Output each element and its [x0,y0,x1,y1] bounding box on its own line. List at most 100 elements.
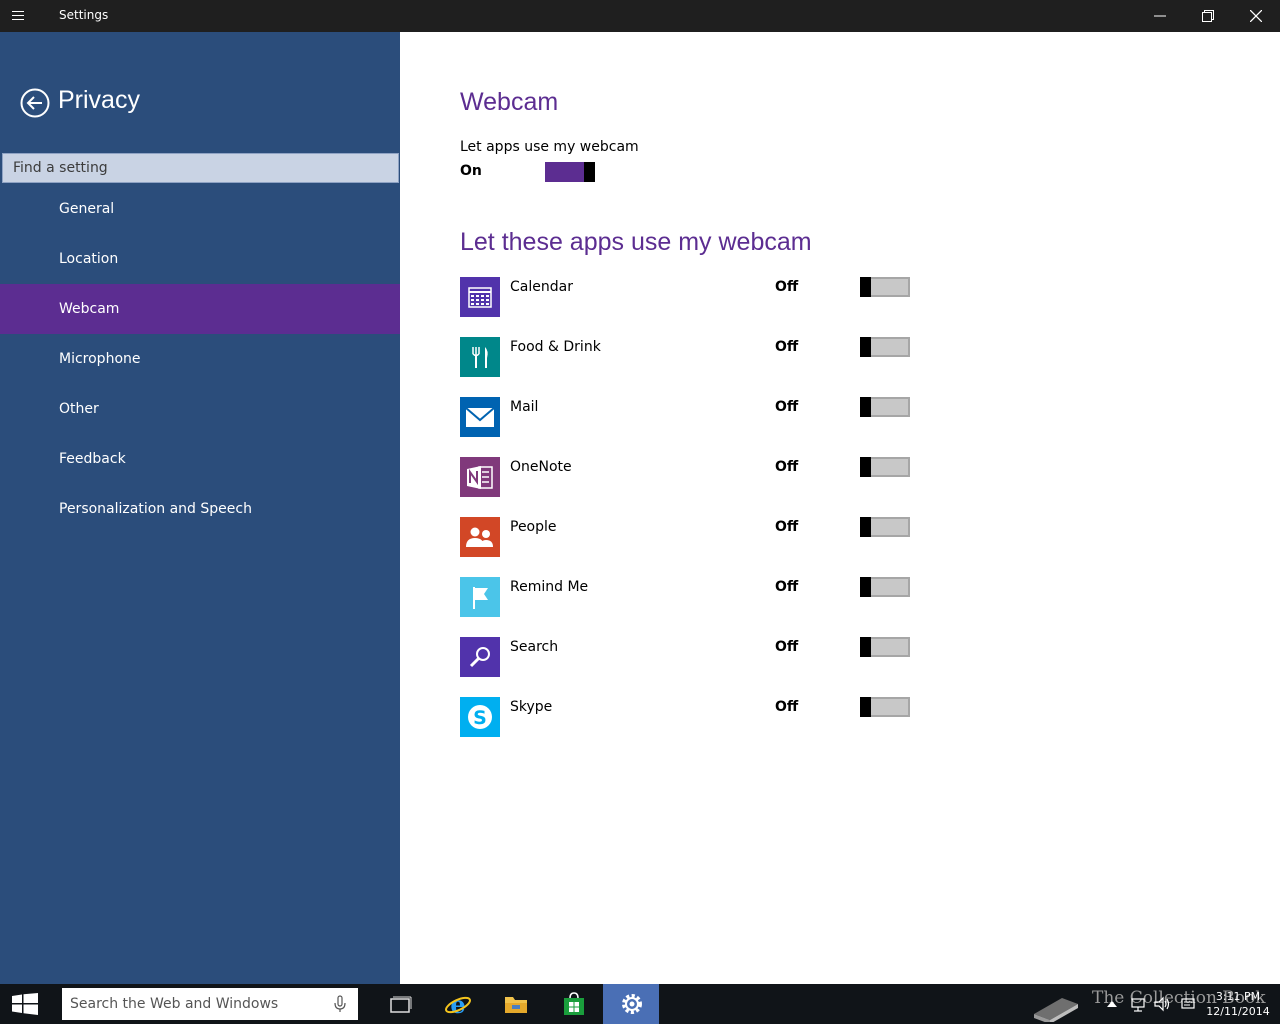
close-button[interactable] [1232,0,1280,32]
app-toggle-state: Off [775,699,799,715]
task-view-button[interactable] [371,984,427,1024]
app-toggle-state: Off [775,519,799,535]
svg-text:S: S [473,707,487,729]
sidebar-item-feedback[interactable]: Feedback [0,434,400,484]
windows-logo-icon [12,993,38,1015]
toggle-thumb [860,457,871,477]
toggle-thumb [860,697,871,717]
sidebar-item-general[interactable]: General [0,184,400,234]
people-webcam-toggle[interactable] [860,517,910,537]
minimize-icon [1154,15,1166,17]
hamburger-menu-icon[interactable] [12,8,36,24]
sidebar-item-webcam[interactable]: Webcam [0,284,400,334]
content-pane: Webcam Let apps use my webcam On Let the… [400,32,1280,984]
title-bar: Settings [0,0,1280,32]
sidebar: Privacy General Location Webcam Micropho… [0,32,400,984]
settings-taskbar-button[interactable] [603,984,659,1024]
app-name: OneNote [510,459,572,475]
toggle-thumb [860,517,871,537]
people-icon [460,517,500,557]
toggle-thumb [584,162,595,182]
sidebar-item-personalization-speech[interactable]: Personalization and Speech [0,484,400,534]
internet-explorer-icon: e [445,992,471,1016]
minimize-button[interactable] [1136,0,1184,32]
food-drink-webcam-toggle[interactable] [860,337,910,357]
network-icon[interactable] [1130,996,1146,1012]
internet-explorer-button[interactable]: e [429,984,485,1024]
sidebar-item-other[interactable]: Other [0,384,400,434]
taskbar: e The Collection Book [0,984,1280,1024]
sidebar-item-location[interactable]: Location [0,234,400,284]
fork-knife-icon [460,337,500,377]
store-bag-icon [564,992,584,1015]
back-arrow-icon [20,88,50,118]
app-row-mail: Mail Off [460,397,920,457]
taskbar-clock[interactable]: 3:11 PM 12/11/2014 [1206,989,1270,1019]
flag-icon [460,577,500,617]
app-toggle-state: Off [775,339,799,355]
app-toggle-state: Off [775,399,799,415]
restore-icon [1202,10,1214,22]
search-icon [460,637,500,677]
remind-me-webcam-toggle[interactable] [860,577,910,597]
speaker-icon[interactable] [1154,996,1170,1012]
calendar-icon [460,277,500,317]
microphone-icon[interactable] [333,995,347,1013]
task-view-icon [390,996,412,1013]
skype-icon: S [460,697,500,737]
section-title: Webcam [460,88,559,116]
chevron-up-icon[interactable] [1104,996,1120,1012]
taskbar-search-input[interactable] [62,988,358,1020]
sidebar-nav: General Location Webcam Microphone Other… [0,184,400,534]
gear-icon [622,994,642,1014]
master-toggle-label: Let apps use my webcam [460,139,639,155]
start-button[interactable] [0,984,48,1024]
skype-webcam-toggle[interactable] [860,697,910,717]
app-toggle-state: Off [775,279,799,295]
toggle-thumb [860,637,871,657]
app-row-calendar: Calendar Off [460,277,920,337]
toggle-thumb [860,577,871,597]
sidebar-item-microphone[interactable]: Microphone [0,334,400,384]
search-webcam-toggle[interactable] [860,637,910,657]
page-heading: Privacy [58,86,140,114]
master-webcam-toggle[interactable] [545,162,595,182]
onenote-webcam-toggle[interactable] [860,457,910,477]
master-toggle-state: On [460,163,482,179]
app-name: Calendar [510,279,573,295]
app-toggle-state: Off [775,459,799,475]
store-button[interactable] [545,984,601,1024]
app-name: Search [510,639,559,655]
onenote-icon [460,457,500,497]
close-icon [1250,10,1262,22]
clock-date: 12/11/2014 [1206,1005,1270,1018]
toggle-thumb [860,277,871,297]
mail-webcam-toggle[interactable] [860,397,910,417]
file-explorer-button[interactable] [487,984,543,1024]
app-row-people: People Off [460,517,920,577]
app-row-food-drink: Food & Drink Off [460,337,920,397]
folder-icon [505,997,527,1013]
clock-time: 3:11 PM [1215,990,1261,1003]
app-name: Food & Drink [510,339,601,355]
app-name: Remind Me [510,579,589,595]
app-toggle-state: Off [775,579,799,595]
app-toggle-state: Off [775,639,799,655]
app-name: People [510,519,557,535]
find-setting-input[interactable] [2,153,399,183]
envelope-icon [460,397,500,437]
app-name: Skype [510,699,553,715]
book-logo-icon [1030,984,1082,1024]
app-list: Calendar Off Food & Drink Off Mail Off O… [460,277,920,757]
apps-heading: Let these apps use my webcam [460,228,812,256]
app-name: Mail [510,399,539,415]
window-title: Settings [59,8,109,22]
calendar-webcam-toggle[interactable] [860,277,910,297]
back-button[interactable] [20,88,50,118]
toggle-thumb [860,397,871,417]
restore-button[interactable] [1184,0,1232,32]
app-row-skype: S Skype Off [460,697,920,757]
app-row-search: Search Off [460,637,920,697]
app-row-onenote: OneNote Off [460,457,920,517]
notifications-icon[interactable] [1180,996,1196,1012]
